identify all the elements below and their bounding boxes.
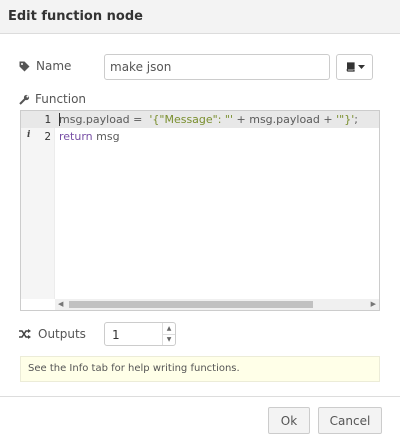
spinner-buttons: ▲ ▼ <box>162 323 175 345</box>
scroll-right-icon[interactable]: ▶ <box>371 300 376 308</box>
caret-down-icon <box>357 64 365 70</box>
code-line-2: return msg <box>59 130 120 143</box>
random-icon <box>19 329 31 339</box>
name-label-row: Name <box>19 59 71 73</box>
ok-button[interactable]: Ok <box>268 407 310 434</box>
outputs-label-row: Outputs <box>19 327 86 341</box>
line-number-2: 2 <box>44 130 51 143</box>
dialog-footer: Ok Cancel <box>0 396 400 445</box>
cancel-button[interactable]: Cancel <box>318 407 382 434</box>
scrollbar-thumb[interactable] <box>69 301 313 308</box>
dialog-header: Edit function node <box>0 0 400 34</box>
name-label: Name <box>36 59 72 73</box>
book-icon <box>345 62 355 72</box>
spinner-down-icon[interactable]: ▼ <box>163 334 175 345</box>
name-input[interactable] <box>104 54 330 80</box>
scroll-left-icon[interactable]: ◀ <box>58 300 63 308</box>
outputs-spinner[interactable]: 1 ▲ ▼ <box>104 322 176 346</box>
function-label-row: Function <box>19 92 86 106</box>
horizontal-scrollbar[interactable]: ◀ ▶ <box>55 299 379 310</box>
outputs-value[interactable]: 1 <box>112 328 120 342</box>
dialog-title: Edit function node <box>8 9 143 24</box>
help-tip: See the Info tab for help writing functi… <box>20 356 380 382</box>
code-line-1: msg.payload = '{"Message": "' + msg.payl… <box>59 113 358 126</box>
tag-icon <box>19 61 30 72</box>
function-label: Function <box>35 92 87 106</box>
code-editor[interactable]: 1 i 2 msg.payload = '{"Message": "' + ms… <box>20 110 380 311</box>
library-button[interactable] <box>336 54 373 80</box>
wrench-icon <box>19 94 30 105</box>
outputs-label: Outputs <box>38 327 86 341</box>
line-number-1: 1 <box>44 113 51 126</box>
